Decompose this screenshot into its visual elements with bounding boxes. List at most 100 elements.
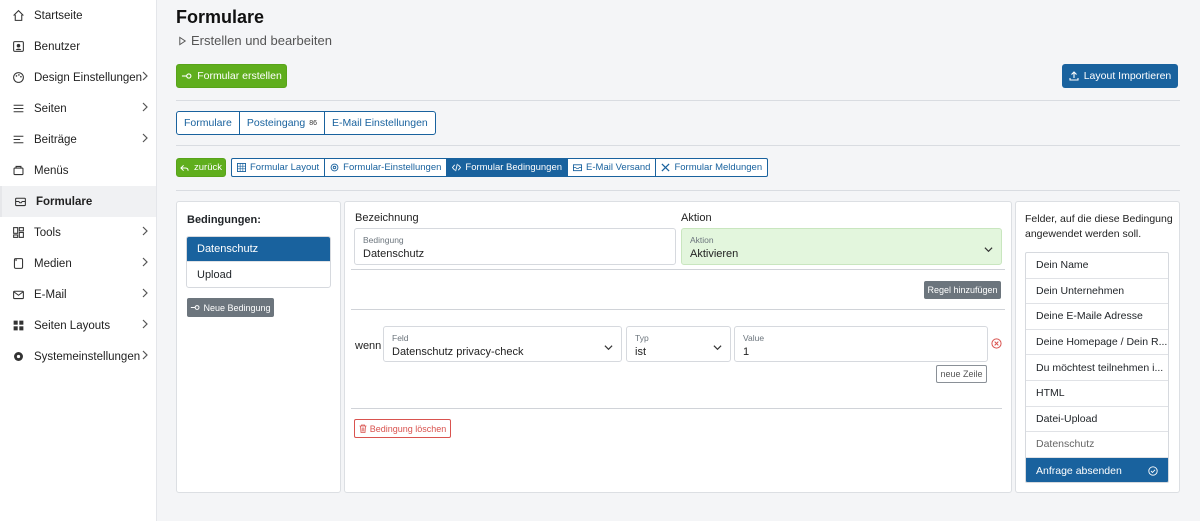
- chevron-right-icon: [142, 133, 148, 143]
- action-label: Aktion: [681, 212, 712, 224]
- subtab-label: Formular Layout: [250, 162, 320, 173]
- new-condition-button[interactable]: Neue Bedingung: [187, 298, 274, 317]
- rule-type-label: Typ: [635, 333, 649, 343]
- rule-prefix: wenn: [355, 340, 382, 352]
- chevron-right-icon: [142, 350, 148, 360]
- subtab-formular-meldungen[interactable]: Formular Meldungen: [655, 158, 769, 177]
- subtab-formular-layout[interactable]: Formular Layout: [231, 158, 326, 177]
- sidebar-item-label: Startseite: [34, 9, 83, 22]
- field-item-selected[interactable]: Anfrage absenden: [1026, 457, 1168, 482]
- sidebar-item-seiten-layouts[interactable]: Seiten Layouts: [0, 310, 156, 341]
- sidebar-item-benutzer[interactable]: Benutzer: [0, 31, 156, 62]
- gear-icon: [11, 350, 25, 364]
- sidebar-item-design-einstellungen[interactable]: Design Einstellungen: [0, 62, 156, 93]
- conditions-list: Datenschutz Upload: [186, 236, 331, 288]
- subtab-label: Formular-Einstellungen: [343, 162, 442, 173]
- sidebar-item-tools[interactable]: Tools: [0, 217, 156, 248]
- field-item[interactable]: HTML: [1026, 381, 1168, 407]
- upload-icon: [1069, 71, 1079, 81]
- sidebar-item-seiten[interactable]: Seiten: [0, 93, 156, 124]
- divider: [176, 145, 1180, 146]
- field-label: HTML: [1036, 387, 1065, 400]
- field-label: Dein Unternehmen: [1036, 284, 1125, 297]
- envelope-icon: [573, 164, 583, 172]
- chevron-down-icon: [713, 345, 722, 351]
- code-icon: [452, 163, 462, 172]
- home-icon: [11, 9, 25, 23]
- field-item[interactable]: Dein Name: [1026, 253, 1168, 279]
- list-icon: [11, 102, 25, 116]
- menu-icon: [11, 164, 25, 178]
- tab-email-einstellungen[interactable]: E-Mail Einstellungen: [324, 111, 436, 135]
- action-select-value: Aktivieren: [690, 248, 739, 260]
- sidebar-item-menues[interactable]: Menüs: [0, 155, 156, 186]
- condition-item-upload[interactable]: Upload: [187, 262, 330, 287]
- play-outline-icon: [179, 35, 187, 46]
- add-rule-label: Regel hinzufügen: [927, 285, 998, 295]
- sidebar-item-startseite[interactable]: Startseite: [0, 0, 156, 31]
- import-layout-label: Layout Importieren: [1083, 70, 1172, 82]
- sidebar-item-systemeinstellungen[interactable]: Systemeinstellungen: [0, 341, 156, 372]
- sidebar-item-medien[interactable]: Medien: [0, 248, 156, 279]
- field-item[interactable]: Dein Unternehmen: [1026, 279, 1168, 305]
- sidebar-item-label: Beiträge: [34, 133, 77, 146]
- form-icon: [191, 305, 200, 310]
- envelope-icon: [13, 195, 27, 209]
- rule-type-select[interactable]: Typ ist: [626, 326, 731, 362]
- subtab-label: E-Mail Versand: [586, 162, 651, 173]
- field-label: Deine Homepage / Dein R...: [1036, 336, 1168, 349]
- rule-field-label: Feld: [392, 333, 409, 343]
- condition-name-field[interactable]: Bedingung Datenschutz: [354, 228, 676, 265]
- add-rule-button[interactable]: Regel hinzufügen: [924, 281, 1001, 299]
- field-label: Datenschutz: [1036, 438, 1095, 451]
- name-label: Bezeichnung: [355, 212, 419, 224]
- field-item[interactable]: Du möchtest teilnehmen i...: [1026, 355, 1168, 381]
- back-label: zurück: [194, 162, 222, 173]
- new-row-button[interactable]: neue Zeile: [936, 365, 987, 383]
- sidebar-item-formulare[interactable]: Formulare: [0, 186, 156, 217]
- create-form-button[interactable]: Formular erstellen: [176, 64, 287, 88]
- delete-condition-button[interactable]: Bedingung löschen: [354, 419, 451, 438]
- rule-value-input[interactable]: Value 1: [734, 326, 988, 362]
- new-condition-label: Neue Bedingung: [203, 302, 271, 313]
- layout-icon: [11, 319, 25, 333]
- conditions-heading: Bedingungen:: [187, 214, 261, 226]
- import-layout-button[interactable]: Layout Importieren: [1062, 64, 1178, 88]
- sidebar-item-label: Seiten: [34, 102, 67, 115]
- subtab-email-versand[interactable]: E-Mail Versand: [567, 158, 657, 177]
- sidebar-item-label: Menüs: [34, 164, 69, 177]
- chevron-right-icon: [142, 102, 148, 112]
- divider: [351, 408, 1002, 409]
- sidebar-item-email[interactable]: E-Mail: [0, 279, 156, 310]
- remove-row-icon[interactable]: [991, 338, 1002, 349]
- sidebar-item-label: Formulare: [36, 195, 93, 208]
- sidebar-item-label: Benutzer: [34, 40, 81, 53]
- field-label: Anfrage absenden: [1036, 464, 1122, 477]
- chevron-right-icon: [142, 71, 148, 81]
- field-item[interactable]: Deine Homepage / Dein R...: [1026, 330, 1168, 356]
- subtab-formular-einstellungen[interactable]: Formular-Einstellungen: [324, 158, 448, 177]
- rule-field-value: Datenschutz privacy-check: [392, 346, 524, 358]
- tab-posteingang[interactable]: Posteingang 86: [238, 111, 326, 135]
- divider: [176, 190, 1180, 191]
- sidebar-item-label: E-Mail: [34, 288, 67, 301]
- subtab-formular-bedingungen[interactable]: Formular Bedingungen: [446, 158, 569, 177]
- rule-field-select[interactable]: Feld Datenschutz privacy-check: [383, 326, 622, 362]
- condition-name-field-label: Bedingung: [363, 235, 404, 245]
- field-item[interactable]: Deine E-Maile Adresse: [1026, 304, 1168, 330]
- chevron-down-icon: [984, 247, 993, 253]
- sidebar-item-label: Tools: [34, 226, 61, 239]
- form-icon: [182, 73, 192, 79]
- user-icon: [11, 40, 25, 54]
- field-item-disabled: Datenschutz: [1026, 432, 1168, 458]
- chevron-down-icon: [604, 345, 613, 351]
- condition-item-datenschutz[interactable]: Datenschutz: [187, 237, 330, 262]
- tab-formulare[interactable]: Formulare: [176, 111, 240, 135]
- field-item[interactable]: Datei-Upload: [1026, 407, 1168, 433]
- action-select[interactable]: Aktion Aktivieren: [681, 228, 1002, 265]
- page-subtitle-text: Erstellen und bearbeiten: [191, 33, 332, 48]
- trash-icon: [359, 424, 367, 433]
- field-label: Dein Name: [1036, 259, 1089, 272]
- sidebar-item-beitraege[interactable]: Beiträge: [0, 124, 156, 155]
- back-button[interactable]: zurück: [176, 158, 226, 177]
